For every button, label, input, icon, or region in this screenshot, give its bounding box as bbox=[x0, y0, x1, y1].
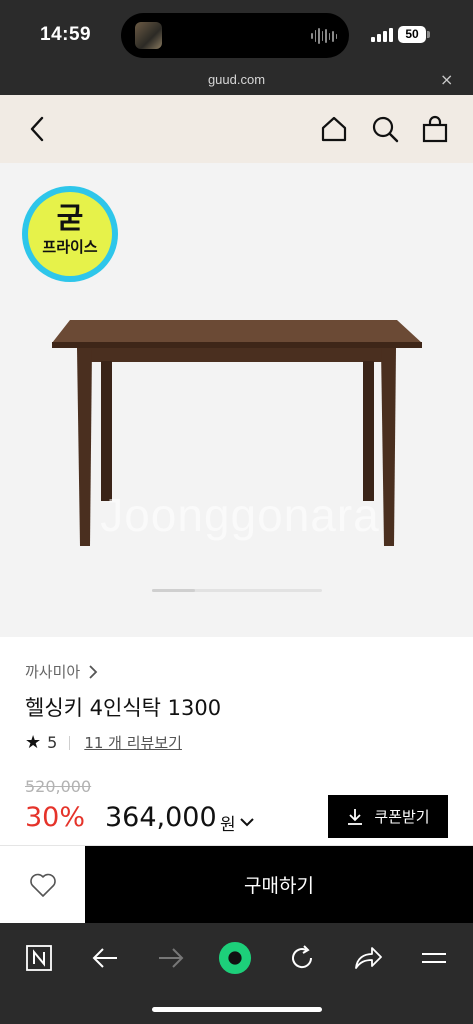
close-icon[interactable]: × bbox=[440, 70, 453, 89]
rating-value: 5 bbox=[47, 733, 58, 752]
watermark: Joonggonara bbox=[100, 489, 380, 541]
discount-rate: 30% bbox=[25, 802, 86, 833]
battery-icon: 50 bbox=[398, 26, 430, 43]
price-unit: 원 bbox=[220, 815, 236, 835]
app-header bbox=[0, 95, 473, 163]
star-icon: ★ bbox=[25, 732, 42, 753]
menu-icon[interactable] bbox=[417, 941, 451, 975]
reload-icon[interactable] bbox=[285, 941, 319, 975]
browser-toolbar bbox=[0, 923, 473, 1024]
divider bbox=[69, 735, 71, 750]
coupon-button[interactable]: 쿠폰받기 bbox=[328, 795, 448, 838]
status-bar: 14:59 50 bbox=[0, 0, 473, 68]
original-price: 520,000 bbox=[25, 777, 92, 796]
badge-main-text: 굳 bbox=[56, 201, 84, 235]
back-arrow-icon[interactable] bbox=[88, 941, 122, 975]
rating-row: ★ 5 11 개 리뷰보기 bbox=[25, 732, 182, 753]
home-indicator[interactable] bbox=[152, 1007, 322, 1012]
review-link[interactable]: 11 개 리뷰보기 bbox=[84, 732, 182, 753]
product-title: 헬싱키 4인식탁 1300 bbox=[25, 696, 222, 720]
green-dot-icon[interactable] bbox=[218, 941, 252, 975]
back-icon[interactable] bbox=[24, 115, 52, 143]
status-time: 14:59 bbox=[40, 24, 92, 45]
battery-level: 50 bbox=[398, 26, 426, 43]
bag-icon[interactable] bbox=[421, 115, 449, 143]
good-price-badge: 굳 프라이스 bbox=[22, 186, 118, 282]
signal-icon bbox=[371, 28, 393, 42]
audio-wave-icon bbox=[311, 27, 337, 45]
wishlist-button[interactable] bbox=[0, 846, 85, 923]
brand-name: 까사미아 bbox=[25, 663, 81, 681]
carousel-indicator bbox=[152, 589, 322, 592]
product-image[interactable]: 굳 프라이스 Joonggonara bbox=[0, 163, 473, 637]
now-playing-thumbnail bbox=[135, 22, 162, 49]
badge-sub-text: 프라이스 bbox=[42, 238, 98, 256]
heart-icon bbox=[29, 873, 56, 897]
carousel-thumb bbox=[152, 589, 195, 592]
coupon-label: 쿠폰받기 bbox=[374, 808, 430, 826]
brand-link[interactable]: 까사미아 bbox=[25, 661, 98, 682]
url-text[interactable]: guud.com bbox=[0, 72, 473, 87]
share-icon[interactable] bbox=[351, 941, 385, 975]
home-icon[interactable] bbox=[320, 115, 348, 143]
sale-price: 364,000 bbox=[105, 802, 217, 833]
download-icon bbox=[348, 808, 363, 825]
naver-n-icon[interactable] bbox=[22, 941, 56, 975]
search-icon[interactable] bbox=[371, 115, 399, 143]
buy-button[interactable]: 구매하기 bbox=[85, 846, 473, 923]
url-bar[interactable]: guud.com × bbox=[0, 68, 473, 95]
chevron-down-icon[interactable] bbox=[240, 812, 254, 831]
action-bar: 구매하기 bbox=[0, 845, 473, 923]
forward-arrow-icon[interactable] bbox=[154, 941, 188, 975]
chevron-right-icon bbox=[89, 664, 98, 679]
dynamic-island[interactable] bbox=[121, 13, 349, 58]
